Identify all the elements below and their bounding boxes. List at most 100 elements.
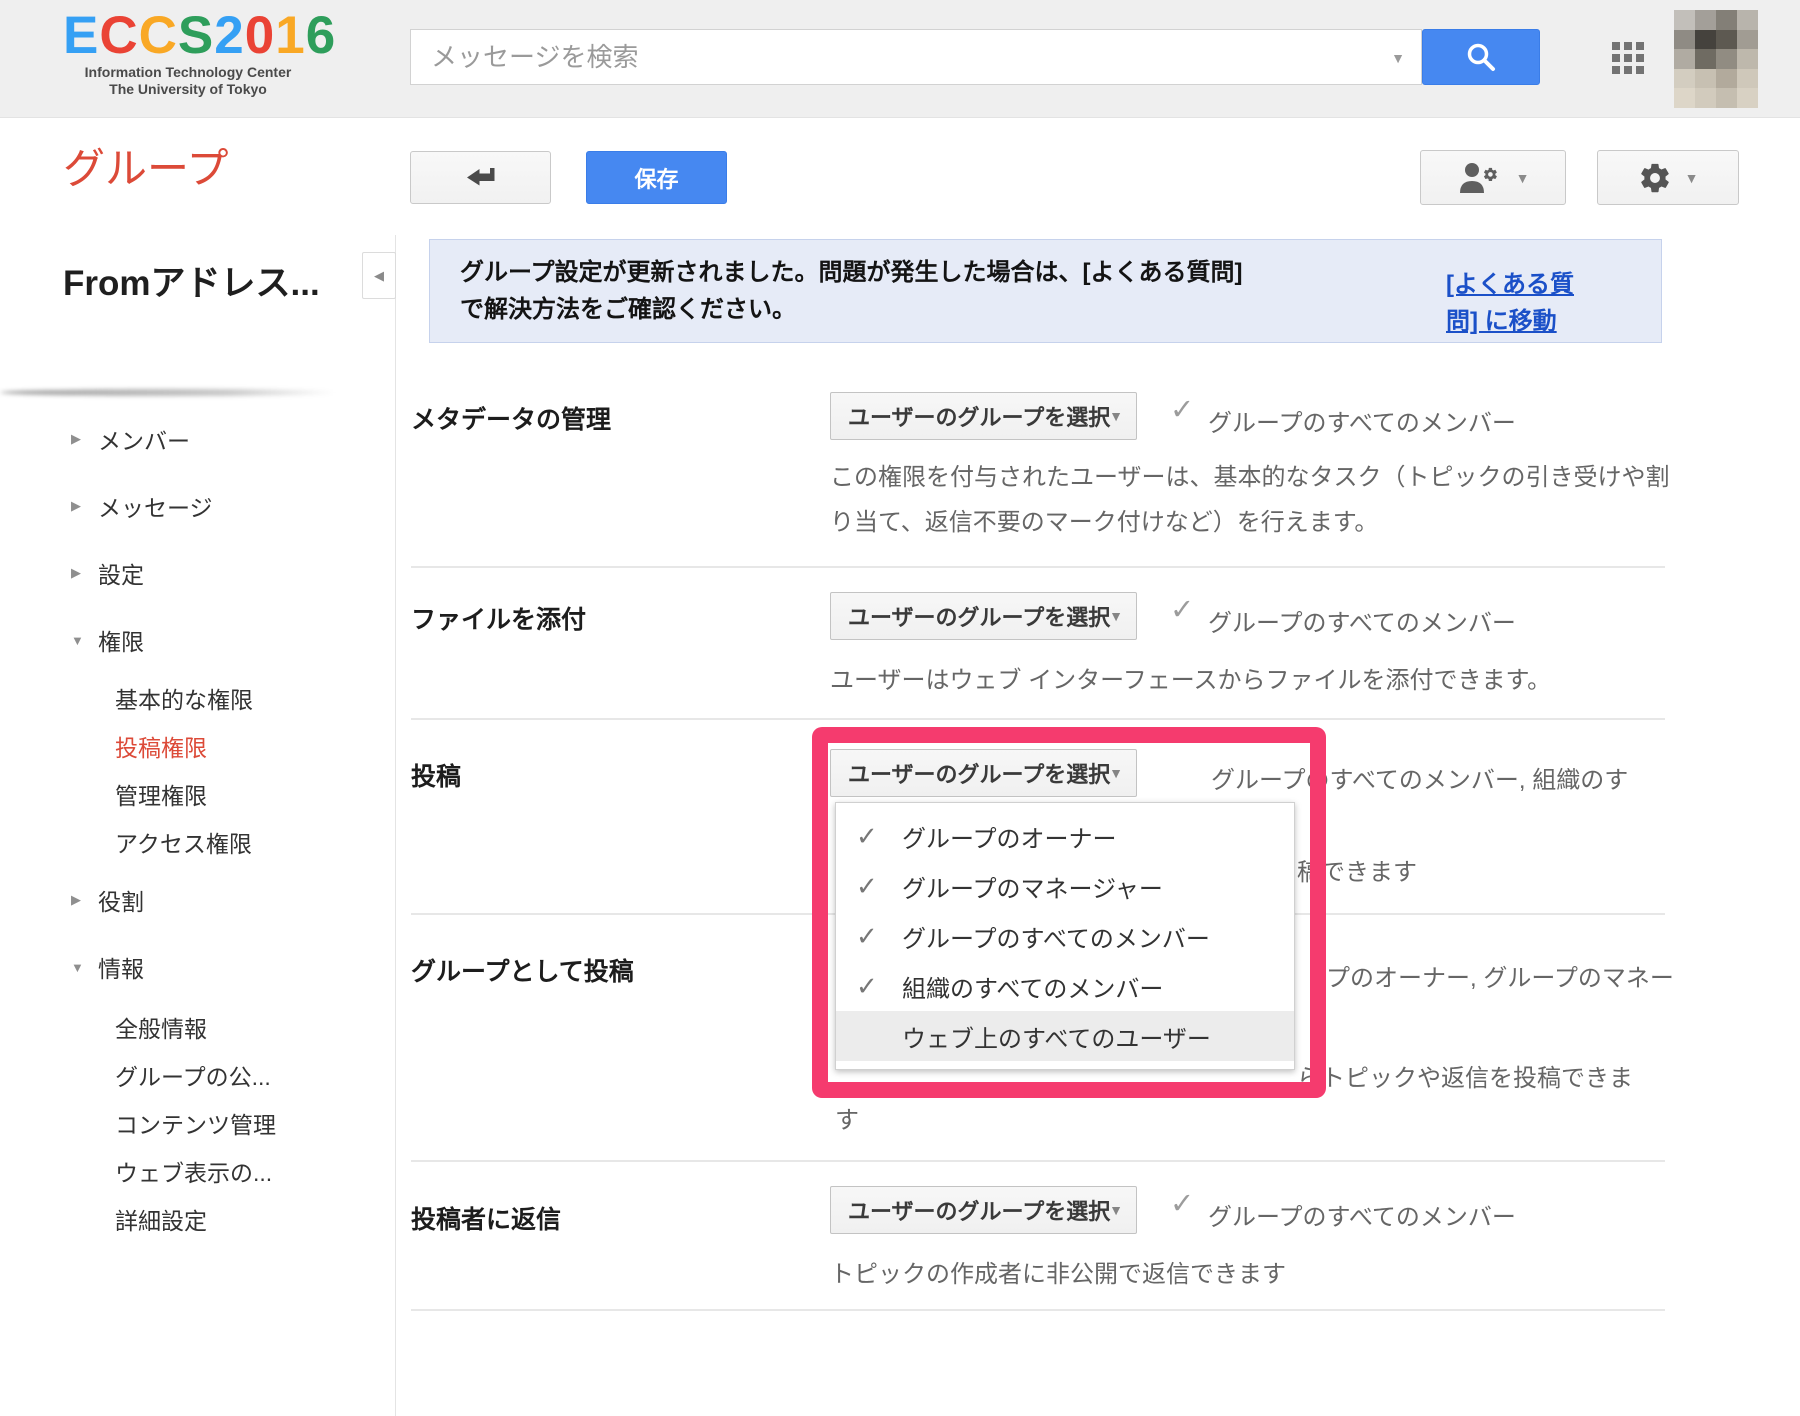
sidebar-shadow-divider bbox=[0, 389, 350, 396]
dropdown-menu-item[interactable]: ウェブ上のすべてのユーザー bbox=[836, 1011, 1294, 1061]
reply-to-author-group-select-dropdown[interactable]: ユーザーのグループを選択 ▼ bbox=[830, 1186, 1137, 1234]
sidebar-nav: ▶ メンバー ▶ メッセージ ▶ 設定 ▼ 権限 bbox=[0, 415, 395, 1243]
logo-letter: C bbox=[99, 8, 138, 64]
dropdown-menu-item[interactable]: ✓ グループのすべてのメンバー bbox=[836, 911, 1294, 961]
dropdown-menu-item[interactable]: ✓ グループのオーナー bbox=[836, 811, 1294, 861]
sidebar-item-label: 権限 bbox=[98, 623, 144, 657]
sidebar-nav-item[interactable]: 詳細設定 bbox=[0, 1195, 395, 1243]
collapse-arrow-icon: ◀ bbox=[374, 268, 384, 284]
row-divider bbox=[411, 566, 1665, 568]
sidebar-nav-item[interactable]: アクセス権限 bbox=[0, 818, 395, 866]
check-icon: ✓ bbox=[856, 871, 878, 902]
post-selected-value-partial: グループのすべてのメンバー, 組織のす bbox=[1211, 760, 1628, 795]
logo-subtitle-2: The University of Tokyo bbox=[63, 81, 313, 98]
expand-arrow-icon: ▶ bbox=[71, 431, 98, 447]
dropdown-label: ユーザーのグループを選択 bbox=[848, 600, 1110, 632]
settings-button[interactable]: ▼ bbox=[1597, 150, 1739, 205]
sidebar-nav-item[interactable]: ▼ 権限 bbox=[0, 616, 395, 664]
save-button[interactable]: 保存 bbox=[586, 151, 727, 204]
row-label-post: 投稿 bbox=[411, 757, 461, 793]
logo-subtitle-1: Information Technology Center bbox=[63, 64, 313, 81]
dropdown-menu-item-label: グループのオーナー bbox=[902, 819, 1117, 854]
dropdown-menu-item-label: 組織のすべてのメンバー bbox=[902, 969, 1163, 1004]
sidebar-nav-item[interactable]: ▶ メンバー bbox=[0, 415, 395, 463]
eccs-logo-text: ECCS2016 bbox=[63, 8, 313, 64]
top-header: ECCS2016 Information Technology Center T… bbox=[0, 0, 1800, 118]
sidebar-nav-item[interactable]: 投稿権限 bbox=[0, 722, 395, 770]
sidebar-nav-item[interactable]: 基本的な権限 bbox=[0, 674, 395, 722]
faq-link-line2: 問] に移動 bbox=[1446, 303, 1646, 340]
logo-letter: 0 bbox=[245, 8, 275, 64]
dropdown-menu-item-label: グループのマネージャー bbox=[902, 869, 1163, 904]
sidebar-item-label: 管理権限 bbox=[115, 777, 207, 811]
sidebar-nav-item[interactable]: コンテンツ管理 bbox=[0, 1099, 395, 1147]
sidebar-nav-item[interactable]: 管理権限 bbox=[0, 770, 395, 818]
row-label-reply-to-author: 投稿者に返信 bbox=[411, 1200, 561, 1236]
sidebar-item-label: 詳細設定 bbox=[115, 1202, 207, 1236]
search-icon bbox=[1465, 41, 1497, 73]
post-permission-dropdown-menu: ✓ グループのオーナー ✓ グループのマネージャー ✓ グループのすべてのメンバ… bbox=[835, 802, 1295, 1070]
notification-banner: グループ設定が更新されました。問題が発生した場合は、[よくある質問] で解決方法… bbox=[429, 239, 1662, 343]
chevron-down-icon: ▼ bbox=[1109, 408, 1123, 424]
apps-grid-icon[interactable] bbox=[1612, 42, 1646, 76]
expand-arrow-icon: ▶ bbox=[71, 565, 98, 581]
expand-arrow-icon: ▼ bbox=[71, 960, 98, 975]
row-label-metadata: メタデータの管理 bbox=[411, 400, 611, 436]
avatar[interactable] bbox=[1674, 10, 1758, 108]
faq-link[interactable]: [よくある質 問] に移動 bbox=[1446, 266, 1646, 340]
expand-arrow-icon: ▶ bbox=[71, 498, 98, 514]
logo-letter: 6 bbox=[306, 8, 336, 64]
member-settings-button[interactable]: ▼ bbox=[1420, 150, 1566, 205]
dropdown-menu-item[interactable]: ✓ グループのマネージャー bbox=[836, 861, 1294, 911]
sidebar-item-label: 役割 bbox=[98, 883, 144, 917]
occluded-text-fragment: らトピックや返信を投稿できま bbox=[1297, 1058, 1633, 1093]
sidebar: Fromアドレス... ◀ ▶ メンバー ▶ メッセージ ▶ 設定 bbox=[0, 235, 396, 1416]
search-input[interactable] bbox=[411, 30, 1421, 84]
sidebar-nav-item[interactable]: ウェブ表示の... bbox=[0, 1147, 395, 1195]
dropdown-menu-item[interactable]: ✓ 組織のすべてのメンバー bbox=[836, 961, 1294, 1011]
sidebar-item-label: ウェブ表示の... bbox=[115, 1154, 272, 1188]
sidebar-nav-item[interactable]: ▶ 設定 bbox=[0, 549, 395, 597]
sidebar-item-label: コンテンツ管理 bbox=[115, 1106, 276, 1140]
check-icon: ✓ bbox=[1170, 1186, 1194, 1221]
row-divider bbox=[411, 718, 1665, 720]
logo-letter: E bbox=[63, 8, 99, 64]
post-group-select-dropdown[interactable]: ユーザーのグループを選択 ▼ bbox=[830, 749, 1137, 797]
sidebar-item-label: 全般情報 bbox=[115, 1010, 207, 1044]
sidebar-item-label: 基本的な権限 bbox=[115, 681, 253, 715]
occluded-text-fragment: 稿できます bbox=[1297, 852, 1417, 887]
sidebar-nav-item[interactable]: ▶ メッセージ bbox=[0, 482, 395, 530]
sidebar-item-label: メンバー bbox=[98, 422, 190, 456]
check-icon: ✓ bbox=[1170, 592, 1194, 627]
logo-letter: S bbox=[178, 8, 214, 64]
logo-letter: 2 bbox=[214, 8, 244, 64]
metadata-description: この権限を付与されたユーザーは、基本的なタスク（トピックの引き受けや割り当て、返… bbox=[830, 455, 1675, 545]
back-button[interactable] bbox=[410, 151, 551, 204]
chevron-down-icon: ▼ bbox=[1516, 170, 1530, 186]
sidebar-collapse-button[interactable]: ◀ bbox=[362, 252, 396, 299]
metadata-group-select-dropdown[interactable]: ユーザーのグループを選択 ▼ bbox=[830, 392, 1137, 440]
check-icon: ✓ bbox=[856, 821, 878, 852]
dropdown-label: ユーザーのグループを選択 bbox=[848, 400, 1110, 432]
eccs-logo: ECCS2016 Information Technology Center T… bbox=[63, 8, 313, 98]
sidebar-nav-item[interactable]: ▶ 役割 bbox=[0, 876, 395, 924]
search-button[interactable] bbox=[1422, 29, 1540, 85]
search-field: ▼ bbox=[410, 29, 1422, 85]
banner-message-line2: で解決方法をご確認ください。 bbox=[460, 291, 1243, 328]
metadata-selected-value: グループのすべてのメンバー bbox=[1208, 403, 1516, 438]
sidebar-item-label: グループの公... bbox=[115, 1058, 271, 1092]
reply-to-author-selected-value: グループのすべてのメンバー bbox=[1208, 1197, 1516, 1232]
chevron-down-icon: ▼ bbox=[1109, 1202, 1123, 1218]
row-divider bbox=[411, 1309, 1665, 1311]
sidebar-nav-item[interactable]: ▼ 情報 bbox=[0, 943, 395, 991]
sidebar-nav-item[interactable]: グループの公... bbox=[0, 1051, 395, 1099]
attach-files-group-select-dropdown[interactable]: ユーザーのグループを選択 ▼ bbox=[830, 592, 1137, 640]
logo-letter: 1 bbox=[275, 8, 305, 64]
banner-message: グループ設定が更新されました。問題が発生した場合は、[よくある質問] で解決方法… bbox=[460, 254, 1243, 328]
expand-arrow-icon: ▼ bbox=[71, 633, 98, 648]
sidebar-nav-item[interactable]: 全般情報 bbox=[0, 1003, 395, 1051]
search-scope-dropdown-arrow-icon[interactable]: ▼ bbox=[1391, 50, 1405, 66]
dropdown-label: ユーザーのグループを選択 bbox=[848, 1194, 1110, 1226]
chevron-down-icon: ▼ bbox=[1109, 765, 1123, 781]
back-arrow-icon bbox=[463, 166, 499, 190]
